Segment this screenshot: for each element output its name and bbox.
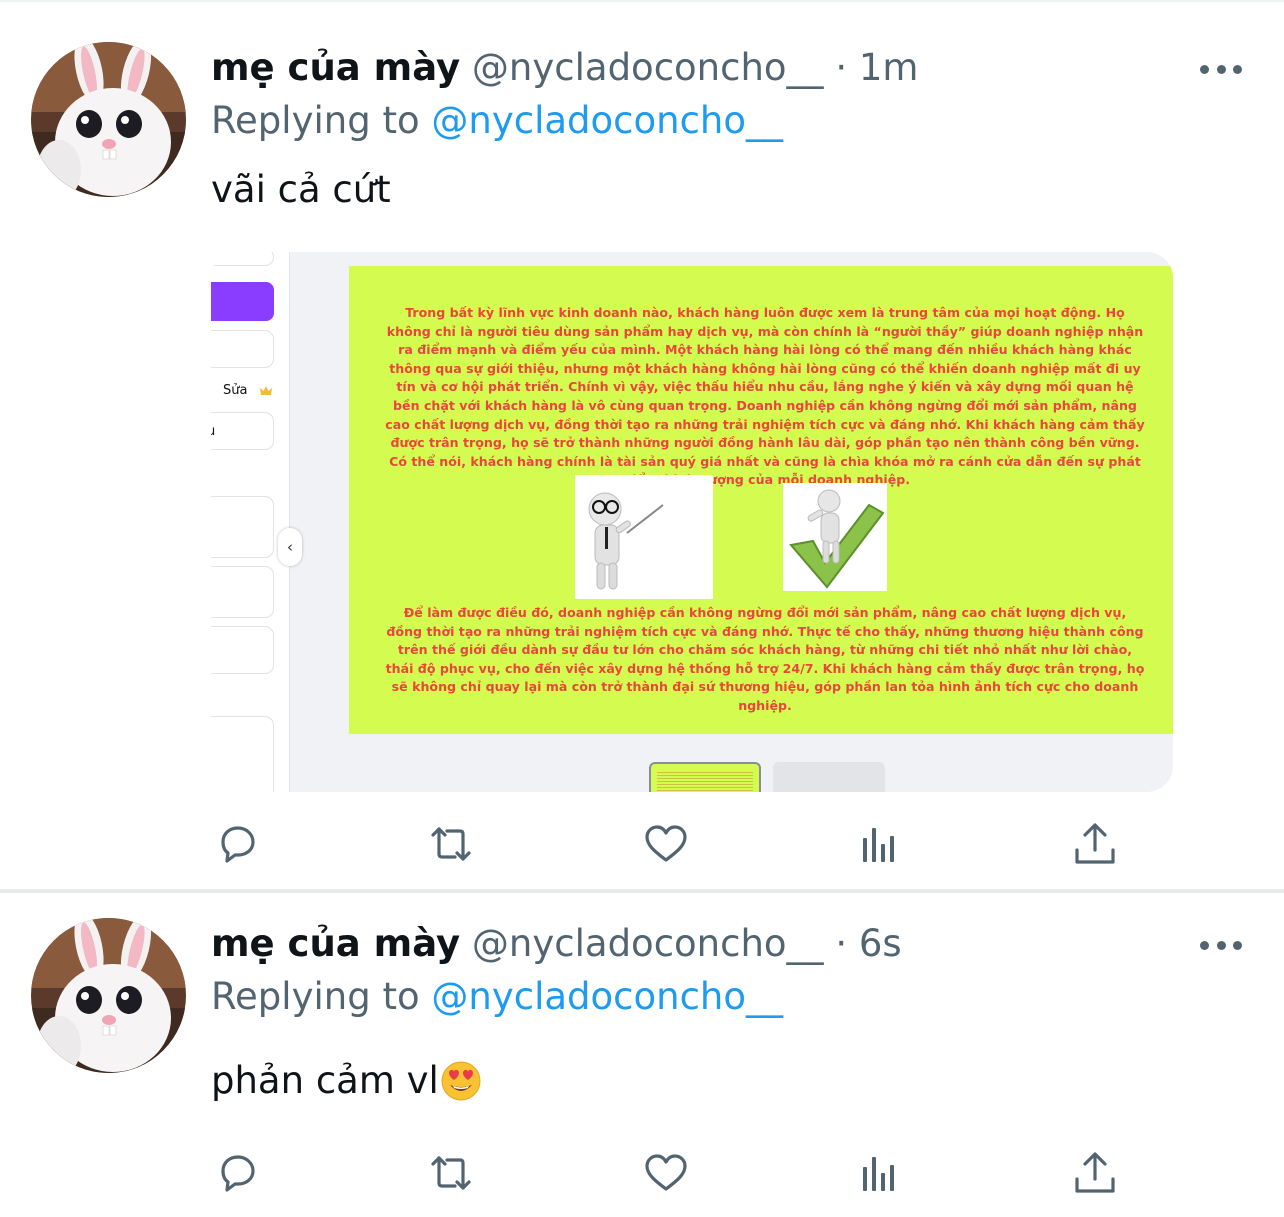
side-panel-box [211,496,274,558]
replying-to-label: Replying to [211,975,420,1018]
chevron-left-icon: ‹ [278,528,302,566]
analytics-icon[interactable] [857,820,905,868]
side-panel-box [211,716,274,792]
crown-icon [260,386,272,395]
share-icon[interactable] [1071,820,1119,868]
reply-icon[interactable] [213,820,261,868]
side-panel-box [211,330,274,368]
more-icon[interactable] [1200,938,1242,952]
reply-mention-link[interactable]: @nycladoconcho__ [431,99,783,142]
bunny-avatar-image [31,918,186,1073]
timestamp[interactable]: 1m [859,46,919,89]
heart-eyes-emoji-icon [441,1061,481,1101]
tweet-text-container: phản cảm vl [211,1059,481,1103]
editor-side-panel: Sửa u [211,252,289,792]
tweet-media-image[interactable]: Sửa u ‹ Trong bất kỳ lĩnh vực kinh doanh… [211,252,1173,792]
bunny-avatar-image [31,42,186,197]
tweet-actions [0,820,1284,868]
side-panel-box [211,412,274,450]
share-icon[interactable] [1071,1149,1119,1197]
like-icon[interactable] [642,1149,690,1197]
timestamp[interactable]: 6s [859,922,902,965]
side-panel-box [211,626,274,674]
page-thumbnail [773,762,885,792]
retweet-icon[interactable] [427,820,475,868]
design-page: Trong bất kỳ lĩnh vực kinh doanh nào, kh… [349,266,1173,734]
replying-to: Replying to @nycladoconcho__ [211,99,783,143]
teacher-figure-picture [575,475,713,599]
more-icon[interactable] [1200,62,1242,76]
reply-icon[interactable] [213,1149,261,1197]
display-name[interactable]: mẹ của mày [211,46,460,89]
tweet[interactable]: mẹ của mày @nycladoconcho__ · 1m Replyin… [0,0,1284,893]
display-name[interactable]: mẹ của mày [211,922,460,965]
side-panel-purple-button [211,282,274,321]
like-icon[interactable] [642,820,690,868]
page-thumbnail [649,762,761,792]
document-paragraph: Để làm được điều đó, doanh nghiệp cần kh… [385,605,1145,713]
side-panel-box [211,252,274,266]
side-panel-box [211,566,274,618]
user-handle[interactable]: @nycladoconcho__ [472,46,824,89]
tweet-text: phản cảm vl [211,1059,439,1102]
retweet-icon[interactable] [427,1149,475,1197]
tweet-header: mẹ của mày @nycladoconcho__ · 1m [211,46,918,90]
separator-dot: · [835,922,848,965]
replying-to: Replying to @nycladoconcho__ [211,975,783,1019]
reply-mention-link[interactable]: @nycladoconcho__ [431,975,783,1018]
document-paragraph: Trong bất kỳ lĩnh vực kinh doanh nào, kh… [385,305,1145,488]
avatar[interactable] [31,42,186,197]
replying-to-label: Replying to [211,99,420,142]
tweet-header: mẹ của mày @nycladoconcho__ · 6s [211,922,902,966]
panel-divider [289,252,290,792]
checkmark-figure-picture [783,483,887,591]
avatar[interactable] [31,918,186,1073]
side-panel-label: Sửa [223,383,248,398]
separator-dot: · [835,46,848,89]
tweet-text: vãi cả cứt [211,168,391,211]
analytics-icon[interactable] [857,1149,905,1197]
tweet-actions [0,1149,1284,1197]
user-handle[interactable]: @nycladoconcho__ [472,922,824,965]
side-panel-label: u [211,424,216,439]
